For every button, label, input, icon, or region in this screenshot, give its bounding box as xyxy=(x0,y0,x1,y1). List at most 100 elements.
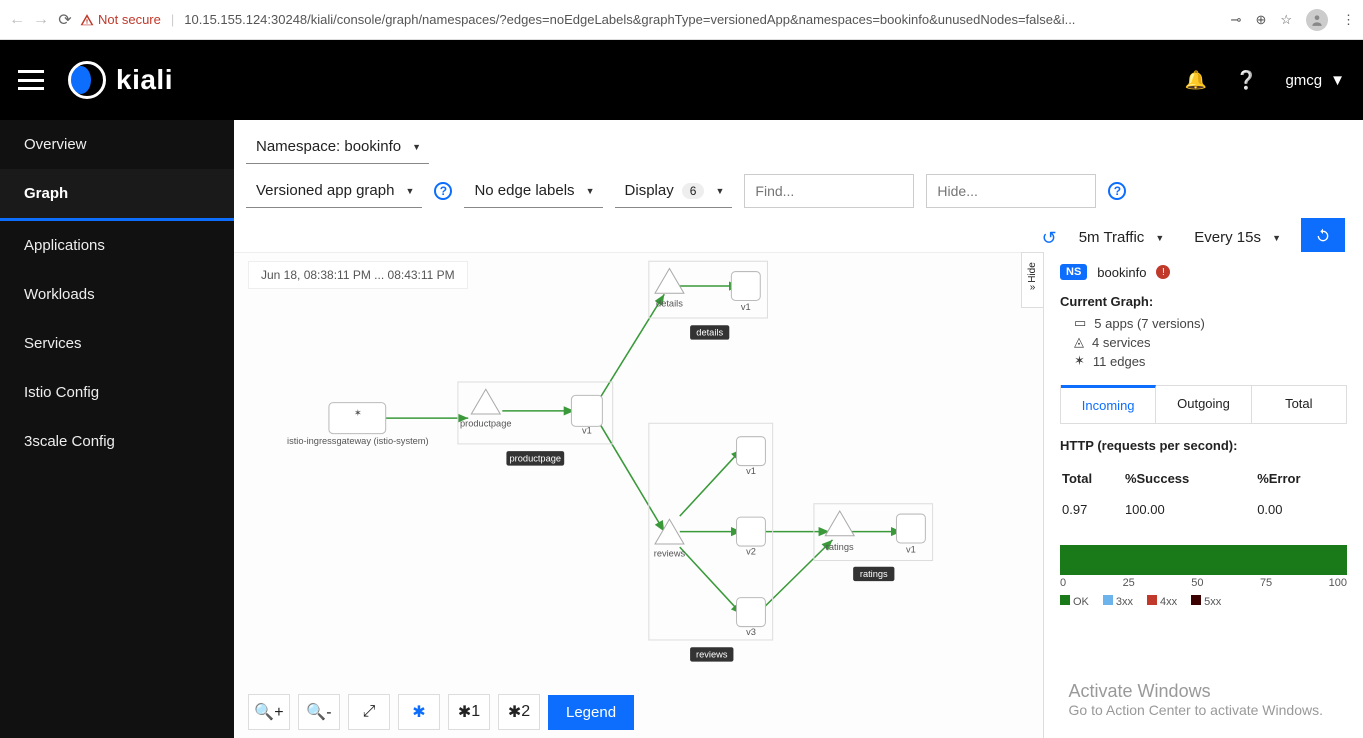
current-graph-title: Current Graph: xyxy=(1060,294,1347,309)
edges-icon: ✶ xyxy=(1074,353,1085,369)
browser-back-button[interactable]: ← xyxy=(8,11,26,29)
val-error: 0.00 xyxy=(1257,494,1345,525)
profile-avatar-icon[interactable] xyxy=(1306,9,1328,31)
svg-text:v1: v1 xyxy=(906,544,916,554)
kiali-logo: kiali xyxy=(68,61,173,99)
hide-panel-tab[interactable]: Hide » xyxy=(1021,252,1043,308)
val-success: 100.00 xyxy=(1125,494,1255,525)
svg-text:v2: v2 xyxy=(746,546,756,556)
val-total: 0.97 xyxy=(1062,494,1123,525)
services-stat: 4 services xyxy=(1092,335,1151,350)
browser-forward-button[interactable]: → xyxy=(32,11,50,29)
sidebar-item-istio-config[interactable]: Istio Config xyxy=(0,368,234,417)
layout-default-button[interactable]: ✱ xyxy=(398,694,440,730)
zoom-out-button[interactable]: 🔍- xyxy=(298,694,340,730)
namespace-name: bookinfo xyxy=(1097,265,1146,280)
hide-input[interactable] xyxy=(926,174,1096,208)
find-hide-help-icon[interactable]: ? xyxy=(1108,182,1126,200)
chevron-right-icon: » xyxy=(1030,282,1036,293)
not-secure-indicator: Not secure xyxy=(80,12,161,27)
username-label: gmcg xyxy=(1285,72,1322,89)
traffic-tabs: Incoming Outgoing Total xyxy=(1060,385,1347,424)
http-bar-chart: 0 25 50 75 100 OK 3xx 4xx 5xx xyxy=(1060,545,1347,608)
sidebar-item-overview[interactable]: Overview xyxy=(0,120,234,169)
graph-type-help-icon[interactable]: ? xyxy=(434,182,452,200)
sidebar: Overview Graph Applications Workloads Se… xyxy=(0,120,234,738)
sidebar-item-3scale-config[interactable]: 3scale Config xyxy=(0,417,234,466)
toolbar-row-3: ↺ 5m Traffic Every 15s xyxy=(234,208,1363,258)
layout-2-button[interactable]: ✱ 2 xyxy=(498,694,540,730)
graph-type-dropdown[interactable]: Versioned app graph xyxy=(246,174,422,208)
sidebar-item-services[interactable]: Services xyxy=(0,319,234,368)
svg-text:details: details xyxy=(656,299,683,309)
svg-text:productpage: productpage xyxy=(460,418,512,428)
namespace-badge: NS xyxy=(1060,264,1087,280)
toolbar-row-1: Namespace: bookinfo xyxy=(234,120,1363,164)
edges-stat: 11 edges xyxy=(1093,354,1146,369)
svg-text:productpage: productpage xyxy=(510,453,562,463)
refresh-icon xyxy=(1315,228,1331,244)
kiali-logo-icon xyxy=(68,61,106,99)
svg-text:reviews: reviews xyxy=(696,650,728,660)
browser-chrome: ← → ⟳ Not secure | 10.15.155.124:30248/k… xyxy=(0,0,1363,40)
layout-1-button[interactable]: ✱ 1 xyxy=(448,694,490,730)
bar-ok xyxy=(1060,545,1347,575)
key-icon[interactable]: ⊸ xyxy=(1231,12,1242,28)
main-content: Namespace: bookinfo Versioned app graph … xyxy=(234,120,1363,738)
namespace-dropdown[interactable]: Namespace: bookinfo xyxy=(246,130,429,164)
display-dropdown[interactable]: Display 6 xyxy=(615,174,733,208)
svg-text:istio-ingressgateway (istio-sy: istio-ingressgateway (istio-system) xyxy=(287,436,429,446)
http-title: HTTP (requests per second): xyxy=(1060,438,1347,453)
refresh-interval-dropdown[interactable]: Every 15s xyxy=(1184,221,1289,255)
app-topbar: kiali 🔔 ❔ gmcg ▼ xyxy=(0,40,1363,120)
tab-total[interactable]: Total xyxy=(1252,386,1346,423)
display-count-badge: 6 xyxy=(682,183,705,199)
svg-text:v1: v1 xyxy=(582,426,592,436)
edge-labels-dropdown[interactable]: No edge labels xyxy=(464,174,602,208)
info-panel: NS bookinfo ! Current Graph: ▭ 5 apps (7 … xyxy=(1043,252,1363,738)
svg-text:v3: v3 xyxy=(746,627,756,637)
url-text: 10.15.155.124:30248/kiali/console/graph/… xyxy=(184,12,1075,27)
svg-text:ratings: ratings xyxy=(860,569,888,579)
http-metrics-table: Total %Success %Error 0.97 100.00 0.00 xyxy=(1060,463,1347,527)
sidebar-item-workloads[interactable]: Workloads xyxy=(0,270,234,319)
star-icon[interactable]: ☆ xyxy=(1280,12,1292,28)
hamburger-menu-button[interactable] xyxy=(18,70,44,90)
svg-text:v1: v1 xyxy=(746,466,756,476)
graph-canvas[interactable]: Jun 18, 08:38:11 PM ... 08:43:11 PM xyxy=(234,252,1043,738)
kiali-logo-text: kiali xyxy=(116,64,173,96)
svg-text:v1: v1 xyxy=(741,302,751,312)
apps-stat: 5 apps (7 versions) xyxy=(1094,316,1205,331)
tab-incoming[interactable]: Incoming xyxy=(1061,385,1156,423)
canvas-toolbar: 🔍+ 🔍- ⤢ ✱ ✱ 1 ✱ 2 Legend xyxy=(248,694,634,730)
sidebar-item-graph[interactable]: Graph xyxy=(0,169,234,221)
sidebar-item-applications[interactable]: Applications xyxy=(0,221,234,270)
browser-address-bar[interactable]: Not secure | 10.15.155.124:30248/kiali/c… xyxy=(80,12,1225,27)
graph-svg: ✶ istio-ingressgateway (istio-system) pr… xyxy=(234,253,1043,738)
services-icon: ◬ xyxy=(1074,334,1084,350)
traffic-duration-dropdown[interactable]: 5m Traffic xyxy=(1069,221,1173,255)
replay-icon[interactable]: ↺ xyxy=(1042,228,1057,249)
error-indicator-icon[interactable]: ! xyxy=(1156,265,1170,279)
fit-to-screen-button[interactable]: ⤢ xyxy=(348,694,390,730)
zoom-in-button[interactable]: 🔍+ xyxy=(248,694,290,730)
col-error: %Error xyxy=(1257,465,1345,492)
bell-icon[interactable]: 🔔 xyxy=(1185,70,1207,91)
svg-text:reviews: reviews xyxy=(654,548,686,558)
browser-reload-button[interactable]: ⟳ xyxy=(56,11,74,29)
browser-menu-icon[interactable]: ⋮ xyxy=(1342,12,1355,28)
find-input[interactable] xyxy=(744,174,914,208)
warning-triangle-icon xyxy=(80,13,94,27)
col-total: Total xyxy=(1062,465,1123,492)
svg-text:details: details xyxy=(696,328,723,338)
zoom-icon[interactable]: ⊕ xyxy=(1255,12,1266,28)
apps-icon: ▭ xyxy=(1074,315,1086,331)
svg-text:✶: ✶ xyxy=(354,408,362,418)
tab-outgoing[interactable]: Outgoing xyxy=(1156,386,1251,423)
legend-button[interactable]: Legend xyxy=(548,695,634,730)
toolbar-row-2: Versioned app graph ? No edge labels Dis… xyxy=(234,164,1363,208)
col-success: %Success xyxy=(1125,465,1255,492)
user-menu[interactable]: gmcg ▼ xyxy=(1285,72,1345,89)
chevron-down-icon: ▼ xyxy=(1330,72,1345,89)
help-icon[interactable]: ❔ xyxy=(1235,70,1257,91)
